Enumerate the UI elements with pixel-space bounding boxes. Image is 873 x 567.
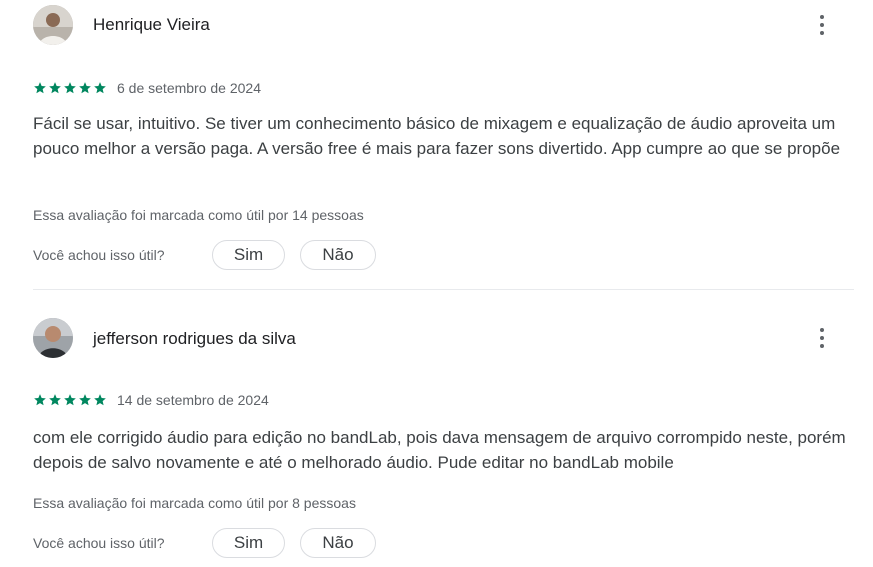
helpful-question: Você achou isso útil? bbox=[33, 247, 165, 263]
review-card: jefferson rodrigues da silva 14 de setem… bbox=[0, 290, 873, 567]
rating-row: 14 de setembro de 2024 bbox=[33, 391, 269, 409]
review-text: com ele corrigido áudio para edição no b… bbox=[33, 428, 846, 472]
review-date: 6 de setembro de 2024 bbox=[117, 80, 261, 96]
no-button[interactable]: Não bbox=[300, 240, 376, 270]
star-icon bbox=[79, 82, 91, 94]
avatar bbox=[33, 5, 73, 45]
star-icon bbox=[79, 394, 91, 406]
helpful-count: Essa avaliação foi marcada como útil por… bbox=[33, 495, 356, 511]
star-rating bbox=[33, 81, 107, 95]
star-icon bbox=[34, 82, 46, 94]
star-icon bbox=[64, 82, 76, 94]
review-date: 14 de setembro de 2024 bbox=[117, 392, 269, 408]
yes-button[interactable]: Sim bbox=[212, 528, 285, 558]
star-rating bbox=[33, 393, 107, 407]
helpful-vote-row: Você achou isso útil? Sim Não bbox=[33, 239, 391, 271]
more-vert-icon bbox=[820, 328, 824, 332]
helpful-vote-row: Você achou isso útil? Sim Não bbox=[33, 527, 391, 559]
avatar bbox=[33, 318, 73, 358]
star-icon bbox=[94, 82, 106, 94]
star-icon bbox=[49, 82, 61, 94]
more-options-button[interactable] bbox=[808, 11, 836, 39]
no-button[interactable]: Não bbox=[300, 528, 376, 558]
star-icon bbox=[64, 394, 76, 406]
review-card: Henrique Vieira 6 de setembro de 2024 Fá… bbox=[0, 0, 873, 290]
author-name: jefferson rodrigues da silva bbox=[93, 329, 296, 348]
more-vert-icon bbox=[820, 15, 824, 19]
more-options-button[interactable] bbox=[808, 324, 836, 352]
star-icon bbox=[49, 394, 61, 406]
star-icon bbox=[34, 394, 46, 406]
author-name: Henrique Vieira bbox=[93, 15, 210, 34]
rating-row: 6 de setembro de 2024 bbox=[33, 79, 261, 97]
helpful-count: Essa avaliação foi marcada como útil por… bbox=[33, 207, 364, 223]
star-icon bbox=[94, 394, 106, 406]
review-text: Fácil se usar, intuitivo. Se tiver um co… bbox=[33, 114, 841, 158]
helpful-question: Você achou isso útil? bbox=[33, 535, 165, 551]
yes-button[interactable]: Sim bbox=[212, 240, 285, 270]
